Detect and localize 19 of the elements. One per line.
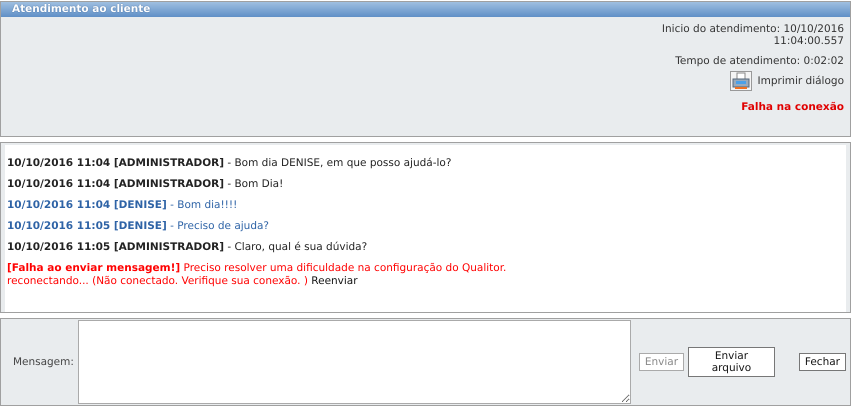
- start-label: Inicio do atendimento: 10/10/2016: [662, 23, 844, 35]
- chat-message: 10/10/2016 11:04 [ADMINISTRADOR] - Bom Dia!: [7, 178, 284, 190]
- send-button[interactable]: Enviar arquivo: [688, 347, 775, 378]
- chat-message: 10/10/2016 11:05 [ADMINISTRADOR] - Claro, qual é sua dúvida?: [7, 241, 368, 253]
- print-label[interactable]: Imprimir diálogo: [758, 75, 844, 87]
- resend-link[interactable]: Reenviar: [311, 275, 358, 287]
- chat-message: 10/10/2016 11:05 [DENISE] - Preciso de ajuda?: [7, 220, 270, 232]
- chat-message: 10/10/2016 11:04 [DENISE] - Bom dia!!!!: [7, 199, 238, 211]
- message-label: Mensagem:: [12, 356, 74, 368]
- start-time: 11:04:00.557: [773, 35, 844, 47]
- window-title: Atendimento ao cliente: [1, 2, 850, 17]
- close-button[interactable]: Fechar: [798, 353, 846, 372]
- chat-message: 10/10/2016 11:04 [ADMINISTRADOR] - Bom dia DENISE, em que posso ajudá-lo?: [7, 157, 452, 169]
- message-input[interactable]: [78, 320, 631, 404]
- connection-status: Falha na conexão: [741, 101, 844, 113]
- printer-icon[interactable]: [730, 71, 752, 91]
- chat-message: [Falha ao enviar mensagem!] Preciso resolver uma dificuldade na configuração do Qualitor.: [7, 262, 506, 274]
- connection-error: reconectando... (Não conectado. Verifique sua conexão. ): [7, 275, 308, 287]
- duration-text: Tempo de atendimento: 0:02:02: [675, 55, 844, 67]
